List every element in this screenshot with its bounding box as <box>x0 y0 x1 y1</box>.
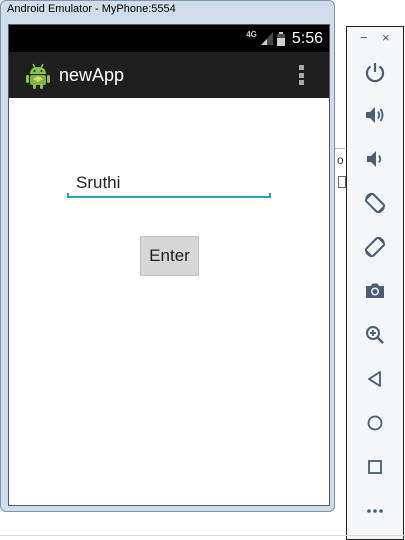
home-icon[interactable] <box>361 409 389 437</box>
background-window-edge: o <box>335 148 346 193</box>
emulator-window: Android Emulator - MyPhone:5554 4G 5:56 <box>0 0 335 512</box>
close-button[interactable]: × <box>382 31 390 44</box>
emulator-control-panel: − × <box>346 26 404 540</box>
background-window-control <box>338 176 346 188</box>
status-time: 5:56 <box>291 29 323 47</box>
volume-down-icon[interactable] <box>361 145 389 173</box>
app-title: newApp <box>59 64 125 85</box>
android-robot-icon <box>24 61 52 89</box>
more-icon[interactable] <box>361 497 389 525</box>
name-input[interactable] <box>67 168 271 198</box>
overflow-menu-icon[interactable] <box>299 65 305 87</box>
enter-button[interactable]: Enter <box>140 236 199 276</box>
power-icon[interactable] <box>361 58 389 86</box>
rotate-left-icon[interactable] <box>361 189 389 217</box>
status-bar: 4G 5:56 <box>9 25 329 52</box>
rotate-right-icon[interactable] <box>361 233 389 261</box>
overview-icon[interactable] <box>361 453 389 481</box>
battery-icon <box>276 31 285 46</box>
background-window-text: o <box>337 153 344 167</box>
signal-icon <box>260 32 273 45</box>
desktop-divider <box>0 535 405 536</box>
input-underline <box>67 193 271 198</box>
zoom-icon[interactable] <box>361 321 389 349</box>
minimize-button[interactable]: − <box>360 31 368 44</box>
volume-up-icon[interactable] <box>361 101 389 129</box>
panel-titlebar: − × <box>347 31 403 46</box>
action-bar: newApp <box>9 52 329 98</box>
window-title: Android Emulator - MyPhone:5554 <box>7 3 176 15</box>
camera-icon[interactable] <box>361 277 389 305</box>
back-icon[interactable] <box>361 365 389 393</box>
network-type-label: 4G <box>246 30 257 39</box>
device-screen: 4G 5:56 newApp Sruthi Enter <box>8 24 330 506</box>
